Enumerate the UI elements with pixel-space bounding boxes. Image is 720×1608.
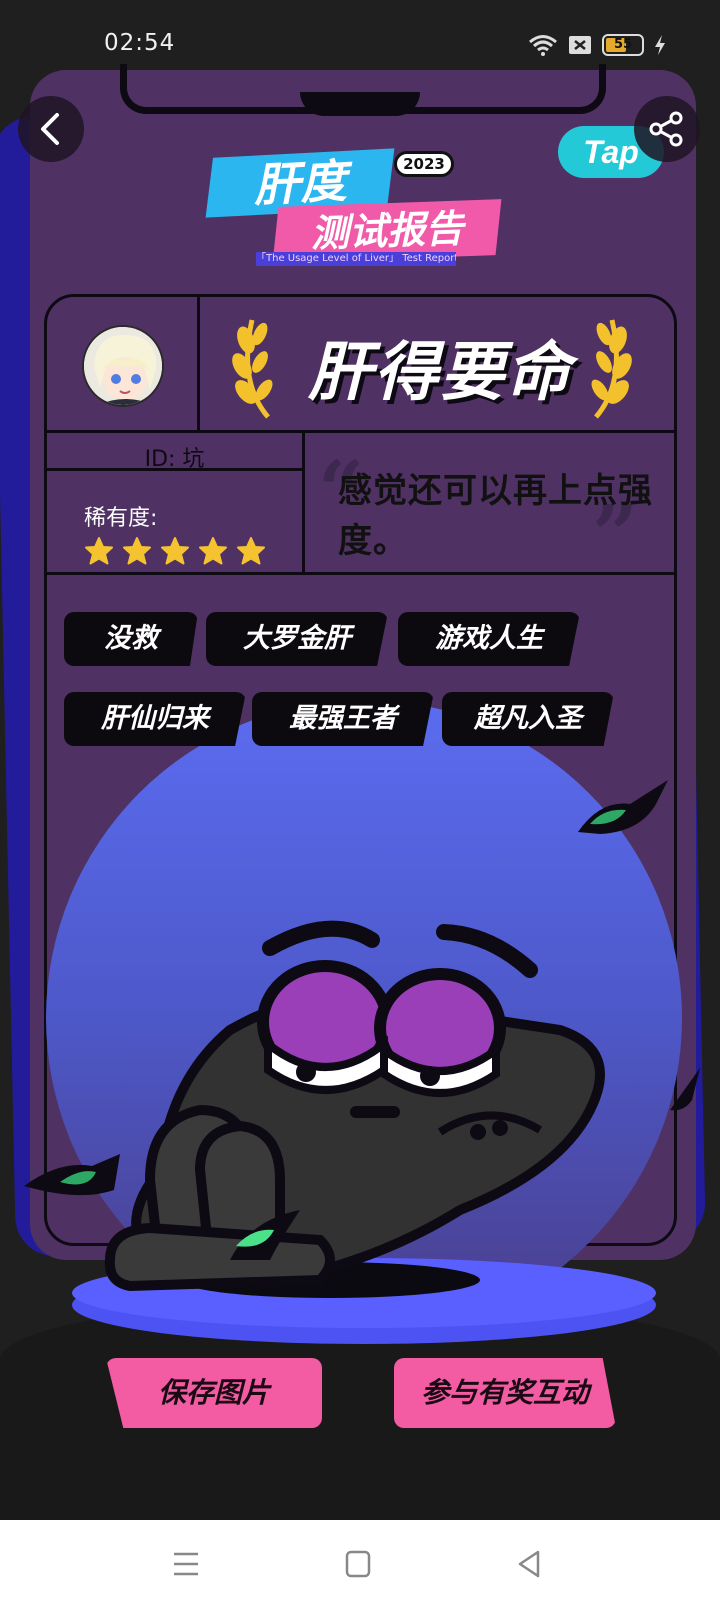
- user-id: ID: 坑: [144, 447, 205, 472]
- share-button[interactable]: [634, 96, 700, 162]
- star-icon: [161, 537, 189, 565]
- home-icon[interactable]: [340, 1548, 376, 1580]
- back-button[interactable]: [18, 96, 84, 162]
- charging-icon: [655, 35, 665, 55]
- card-clip-notch: [300, 92, 420, 116]
- title-subtitle: 「The Usage Level of Liver」 Test Report: [256, 252, 456, 266]
- star-icon: [85, 537, 113, 565]
- system-navbar: [0, 1520, 720, 1608]
- star-icon: [123, 537, 151, 565]
- star-icon: [199, 537, 227, 565]
- grid-line: [197, 294, 200, 432]
- share-icon: [649, 111, 683, 147]
- tag-item: 大罗金肝: [206, 612, 388, 666]
- status-icons: 55: [528, 34, 666, 56]
- star-icon: [237, 537, 265, 565]
- tag-item: 没救: [64, 612, 198, 666]
- grid-line: [44, 572, 677, 575]
- rarity-label: 稀有度:: [84, 506, 158, 531]
- tag-item: 游戏人生: [398, 612, 580, 666]
- chevron-left-icon: [41, 113, 59, 145]
- save-image-button[interactable]: 保存图片: [106, 1358, 322, 1428]
- grid-line: [44, 430, 677, 433]
- battery-icon: 55: [602, 34, 644, 56]
- status-time: 02:54: [104, 30, 176, 56]
- report-title: 肝度 2023 测试报告: [205, 145, 510, 265]
- liver-mascot-illustration: [24, 780, 700, 1298]
- report-comment: 感觉还可以再上点强度。: [338, 471, 653, 561]
- laurel-left-icon: [232, 319, 273, 419]
- rarity-stars: [84, 536, 266, 566]
- title-year-badge: 2023: [394, 151, 454, 177]
- battery-level: 55: [613, 37, 633, 52]
- join-interaction-button[interactable]: 参与有奖互动: [394, 1358, 616, 1428]
- menu-icon[interactable]: [168, 1548, 204, 1580]
- no-sim-icon: [569, 36, 591, 54]
- wifi-icon: [529, 35, 557, 56]
- level-title: 肝得要命: [308, 336, 572, 410]
- avatar: [82, 325, 164, 407]
- back-nav-icon[interactable]: [512, 1548, 548, 1580]
- screen: 02:54 55 Tap 肝度 2023 测试报告 「The Usage Lev…: [0, 0, 720, 1608]
